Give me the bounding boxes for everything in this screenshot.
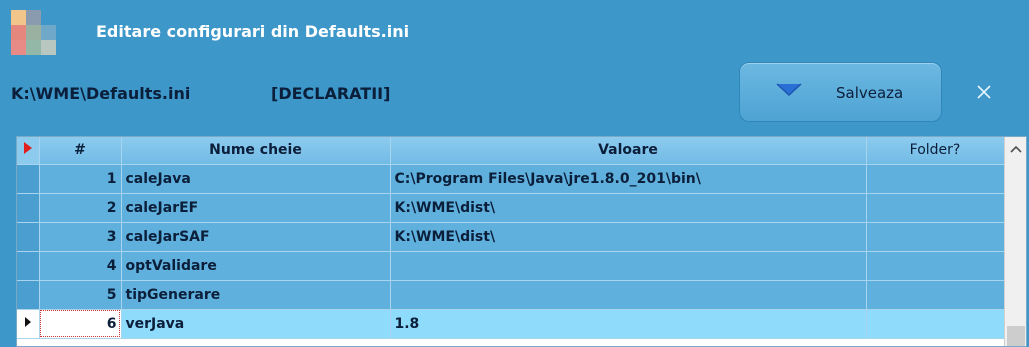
column-header-num[interactable]: # (39, 137, 122, 165)
value-cell[interactable] (390, 251, 867, 281)
save-button[interactable]: Salveaza (739, 62, 942, 122)
row-selector[interactable] (17, 251, 40, 281)
folder-cell[interactable] (866, 193, 1005, 223)
folder-cell[interactable] (866, 280, 1005, 310)
folder-cell[interactable] (866, 222, 1005, 252)
row-selector[interactable] (17, 164, 40, 194)
key-cell[interactable]: verJava (121, 309, 391, 339)
save-button-label: Salveaza (836, 84, 904, 102)
value-cell[interactable]: K:\WME\dist\ (390, 193, 867, 223)
row-number: 2 (39, 193, 122, 223)
row-selector-current[interactable] (17, 309, 40, 339)
row-number: 5 (39, 280, 122, 310)
table-row[interactable]: 4 optValidare (17, 251, 1005, 281)
table-row-current[interactable]: 6 verJava 1.8 (17, 309, 1005, 339)
value-cell[interactable]: K:\WME\dist\ (390, 222, 867, 252)
record-selector-header[interactable] (17, 137, 40, 165)
scroll-up-icon[interactable] (1010, 145, 1022, 153)
column-header-folder[interactable]: Folder? (866, 137, 1005, 165)
config-grid[interactable]: # Nume cheie Valoare Folder? 1 caleJava … (16, 136, 1027, 347)
column-header-key[interactable]: Nume cheie (121, 137, 391, 165)
table-row[interactable]: 5 tipGenerare (17, 280, 1005, 310)
key-cell[interactable]: tipGenerare (121, 280, 391, 310)
column-header-value[interactable]: Valoare (390, 137, 867, 165)
folder-cell[interactable] (866, 309, 1005, 339)
scrollbar-thumb[interactable] (1007, 326, 1025, 346)
window-title: Editare configurari din Defaults.ini (96, 22, 410, 41)
folder-cell[interactable] (866, 164, 1005, 194)
key-cell[interactable]: caleJarSAF (121, 222, 391, 252)
table-row[interactable]: 3 caleJarSAF K:\WME\dist\ (17, 222, 1005, 252)
value-cell[interactable] (390, 280, 867, 310)
row-number: 6 (39, 309, 122, 339)
row-number: 1 (39, 164, 122, 194)
table-row[interactable]: 2 caleJarEF K:\WME\dist\ (17, 193, 1005, 223)
file-path: K:\WME\Defaults.ini (11, 84, 191, 103)
chevron-down-icon (776, 83, 802, 97)
table-row[interactable]: 1 caleJava C:\Program Files\Java\jre1.8.… (17, 164, 1005, 194)
current-row-pointer-icon (24, 316, 31, 327)
key-cell[interactable]: caleJarEF (121, 193, 391, 223)
row-selector[interactable] (17, 280, 40, 310)
close-icon[interactable] (976, 84, 992, 100)
key-cell[interactable]: optValidare (121, 251, 391, 281)
row-number: 3 (39, 222, 122, 252)
grid-header-row: # Nume cheie Valoare Folder? (17, 137, 1005, 165)
row-selector[interactable] (17, 222, 40, 252)
row-selector[interactable] (17, 193, 40, 223)
row-number: 4 (39, 251, 122, 281)
section-name: [DECLARATII] (271, 84, 391, 103)
vertical-scrollbar[interactable] (1004, 137, 1026, 346)
app-icon (11, 10, 57, 56)
key-cell[interactable]: caleJava (121, 164, 391, 194)
folder-cell[interactable] (866, 251, 1005, 281)
value-cell[interactable]: C:\Program Files\Java\jre1.8.0_201\bin\ (390, 164, 867, 194)
record-marker-icon (23, 142, 32, 155)
value-cell[interactable]: 1.8 (390, 309, 867, 339)
